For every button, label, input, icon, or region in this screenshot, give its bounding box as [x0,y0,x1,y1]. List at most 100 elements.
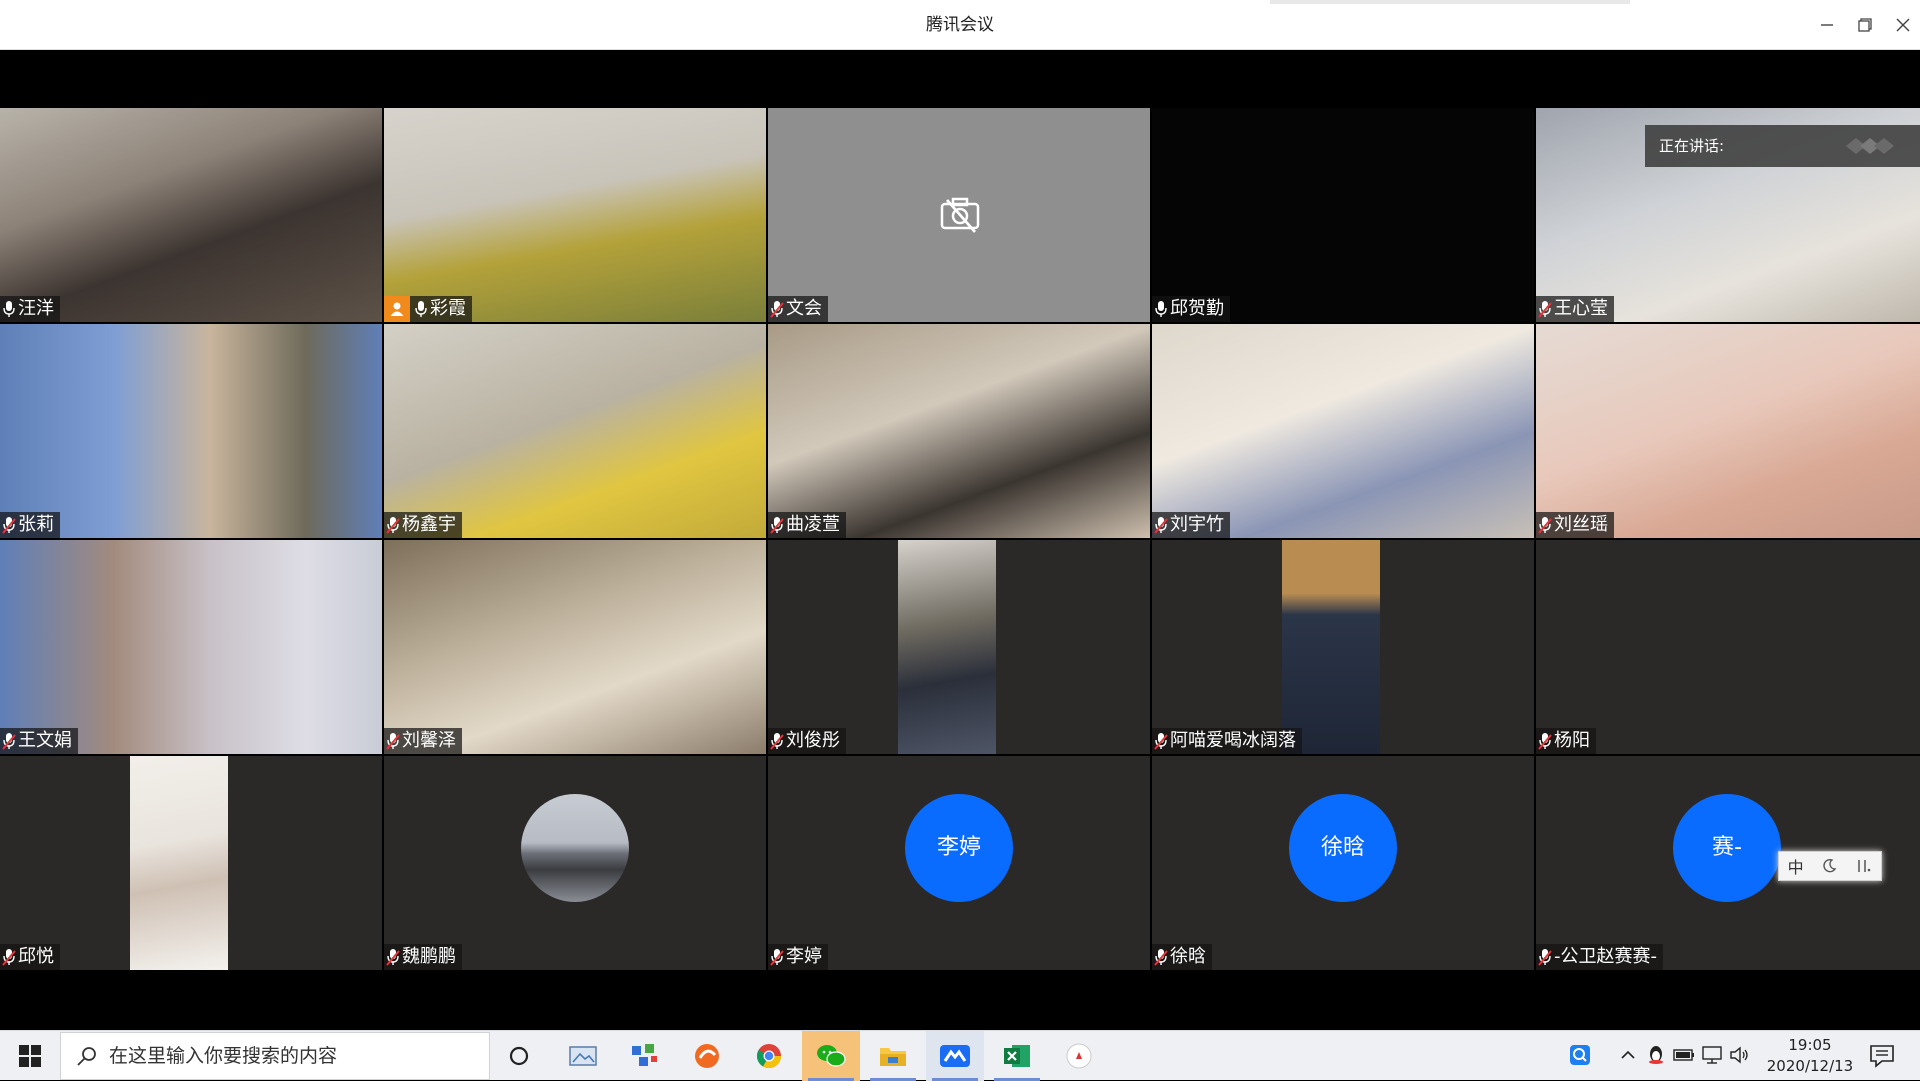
video-feed [768,324,1150,538]
mic-muted-icon [1538,949,1552,966]
participant-name-label: 阿喵爱喝冰阔落 [1152,728,1302,754]
taskbar-clock[interactable]: 19:05 2020/12/13 [1760,1035,1860,1077]
video-feed [0,324,382,538]
ime-mode-label[interactable]: 中 [1788,854,1804,878]
participant-name: 刘丝瑶 [1554,514,1608,535]
mic-icon [415,301,427,317]
participant-name-label: 刘馨泽 [384,728,462,754]
chevron-up-icon [1621,1050,1635,1059]
participant-name: 张莉 [18,514,54,535]
tray-network[interactable] [1700,1043,1724,1067]
window-title: 腾讯会议 [926,15,994,35]
network-icon [1702,1046,1722,1064]
participant-tile[interactable]: 杨阳 [1536,540,1920,754]
folder-icon [880,1048,906,1066]
participant-tile[interactable]: 曲凌萱 [768,324,1150,538]
taskbar-app-chrome[interactable] [740,1031,798,1081]
participant-tile[interactable]: 张莉 [0,324,382,538]
start-button[interactable] [0,1031,60,1081]
taskbar-app-photos[interactable] [554,1031,612,1081]
mic-muted-icon [2,949,16,966]
speaking-wave-icon [1846,138,1894,154]
moon-icon[interactable] [1821,858,1837,874]
video-grid: 汪洋 彩霞 文会 邱贺勤 王心莹张莉 杨鑫宇 曲凌萱 刘宇竹 刘丝瑶王文娟 刘馨泽 刘俊彤 阿喵爱喝冰… [0,108,1920,972]
participant-name-label: 魏鹏鹏 [384,944,462,970]
participant-name: 徐晗 [1170,946,1206,967]
video-feed [0,108,382,322]
video-feed [384,540,766,754]
taskbar-app-tool[interactable] [616,1031,674,1081]
video-feed [1536,324,1920,538]
taskbar-app-explorer[interactable] [864,1031,922,1081]
participant-name: 刘宇竹 [1170,514,1224,535]
chrome-icon [756,1044,781,1069]
participant-name: 魏鹏鹏 [402,946,456,967]
video-feed [1152,108,1534,322]
mic-muted-icon [1538,301,1552,318]
search-icon [77,1047,96,1066]
mic-muted-icon [770,733,784,750]
restore-button[interactable] [1852,12,1878,38]
participant-name: 王文娟 [18,730,72,751]
participant-tile[interactable]: 文会 [768,108,1150,322]
participant-name-label: 刘宇竹 [1152,512,1230,538]
tray-battery[interactable] [1672,1043,1696,1067]
video-feed [1536,540,1920,754]
participant-name: 王心莹 [1554,298,1608,319]
participant-tile[interactable]: 阿喵爱喝冰阔落 [1152,540,1534,754]
participant-name: 杨鑫宇 [402,514,456,535]
participant-name-label: 王文娟 [0,728,78,754]
participant-tile[interactable]: 刘馨泽 [384,540,766,754]
tray-qq-search[interactable] [1568,1043,1592,1067]
taskbar-search[interactable] [60,1032,490,1080]
participant-tile[interactable]: 汪洋 [0,108,382,322]
taskbar-app-browser-orange[interactable] [678,1031,736,1081]
taskbar-app-excel[interactable] [988,1031,1046,1081]
participant-tile[interactable]: 王文娟 [0,540,382,754]
participant-name: 文会 [786,298,822,319]
video-feed [384,108,766,322]
participant-tile[interactable]: 刘宇竹 [1152,324,1534,538]
action-center-button[interactable] [1868,1043,1896,1069]
mic-muted-icon [2,733,16,750]
cortana-icon [509,1046,529,1066]
participant-name-label: 张莉 [0,512,60,538]
participant-name: 刘俊彤 [786,730,840,751]
tray-qq[interactable] [1644,1043,1668,1067]
participant-tile[interactable]: 刘丝瑶 [1536,324,1920,538]
ime-toolbar[interactable]: 中 [1778,851,1882,881]
taskbar-app-wechat[interactable] [802,1031,860,1081]
participant-tile[interactable]: 李婷 李婷 [768,756,1150,970]
participant-name: 汪洋 [18,298,54,319]
mic-muted-icon [770,949,784,966]
cortana-button[interactable] [490,1031,548,1081]
punctuation-icon[interactable] [1854,858,1872,874]
participant-name-label: 刘俊彤 [768,728,846,754]
participant-tile[interactable]: 刘俊彤 [768,540,1150,754]
mic-muted-icon [386,949,400,966]
participant-name-label: 彩霞 [384,296,472,322]
window-titlebar: 腾讯会议 [0,0,1920,50]
search-input[interactable] [109,1045,469,1067]
participant-tile[interactable]: 魏鹏鹏 [384,756,766,970]
windows-logo-icon [19,1045,41,1067]
tray-volume[interactable] [1728,1043,1752,1067]
participant-name-label: 邱悦 [0,944,60,970]
participant-name: 杨阳 [1554,730,1590,751]
close-button[interactable] [1890,12,1916,38]
minimize-button[interactable] [1814,12,1840,38]
taskbar-app-other[interactable] [1050,1031,1108,1081]
participant-tile[interactable]: 杨鑫宇 [384,324,766,538]
participant-name: 李婷 [786,946,822,967]
participant-tile[interactable]: 徐晗 徐晗 [1152,756,1534,970]
mic-muted-icon [770,301,784,318]
taskbar-app-tencent-meeting[interactable] [926,1031,984,1081]
participant-tile[interactable]: 邱悦 [0,756,382,970]
wechat-icon [817,1045,846,1067]
participant-tile[interactable]: 彩霞 [384,108,766,322]
participant-tile[interactable]: 邱贺勤 [1152,108,1534,322]
participant-name-label: 杨鑫宇 [384,512,462,538]
show-hidden-icons-button[interactable] [1616,1043,1640,1067]
participant-name: 邱悦 [18,946,54,967]
photos-icon [569,1046,597,1066]
